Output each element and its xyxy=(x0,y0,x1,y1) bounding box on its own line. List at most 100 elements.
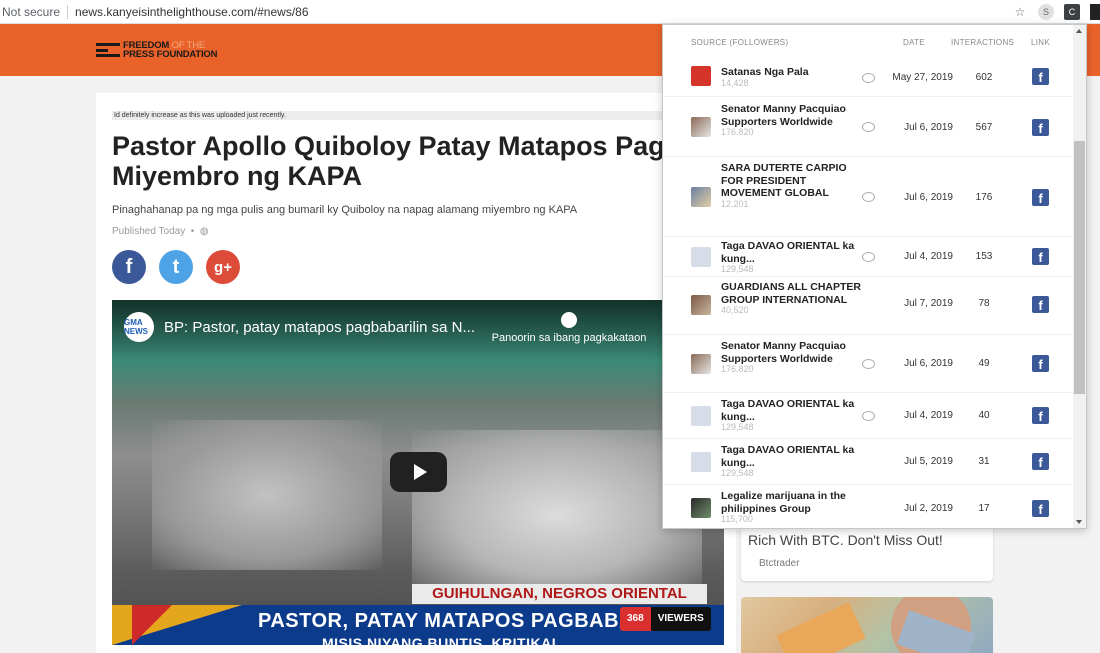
followers-count: 12,201 xyxy=(721,198,749,209)
facebook-link-icon[interactable]: f xyxy=(1032,119,1049,136)
viewer-label: VIEWERS xyxy=(650,607,711,631)
play-button[interactable] xyxy=(390,452,447,492)
facebook-icon: f xyxy=(125,255,133,278)
followers-count: 14,428 xyxy=(721,77,749,88)
table-row[interactable]: Senator Manny Pacquiao Supporters Worldw… xyxy=(663,97,1073,157)
followers-count: 176,820 xyxy=(721,364,754,374)
source-name[interactable]: Senator Manny Pacquiao Supporters Worldw… xyxy=(721,103,861,137)
table-row[interactable]: Satanas Nga Pala 14,428 May 27, 2019 602 … xyxy=(663,55,1073,97)
video-headline-secondary: MISIS NIYANG BUNTIS, KRITIKAL xyxy=(322,635,561,645)
skype-extension-icon[interactable]: S xyxy=(1038,4,1054,20)
table-row[interactable]: Taga DAVAO ORIENTAL ka kung... 129,548 Ju… xyxy=(663,393,1073,439)
video-location-banner: GUIHULNGAN, NEGROS ORIENTAL xyxy=(412,584,707,604)
post-date: Jul 6, 2019 xyxy=(904,192,953,203)
globe-icon: ◍ xyxy=(199,226,209,237)
post-date: Jul 7, 2019 xyxy=(904,298,953,309)
site-logo[interactable]: FREEDOM OF THE PRESS FOUNDATION xyxy=(96,41,217,59)
viewer-count: 368 xyxy=(620,607,651,631)
channel-logo[interactable]: GMA NEWS xyxy=(124,312,154,342)
video-player[interactable]: GMA NEWS BP: Pastor, patay matapos pagba… xyxy=(112,300,724,645)
extension-icon[interactable] xyxy=(1090,4,1100,20)
source-name[interactable]: GUARDIANS ALL CHAPTER GROUP INTERNATIONA… xyxy=(721,281,861,315)
table-row[interactable]: GUARDIANS ALL CHAPTER GROUP INTERNATIONA… xyxy=(663,277,1073,335)
interaction-count: 49 xyxy=(978,358,990,369)
watch-later-button[interactable]: Panoorin sa ibang pagkakataon xyxy=(484,312,654,344)
published-info: Published Today • ◍ xyxy=(112,226,209,237)
post-date: Jul 6, 2019 xyxy=(904,358,953,369)
separator-dot: • xyxy=(190,226,195,237)
ad-image-part xyxy=(776,601,866,653)
page-avatar xyxy=(691,117,711,137)
extension-icon[interactable]: C xyxy=(1064,4,1080,20)
source-name[interactable]: Senator Manny Pacquiao Supporters Worldw… xyxy=(721,340,861,374)
facebook-link-icon[interactable]: f xyxy=(1032,500,1049,517)
table-row[interactable]: Taga DAVAO ORIENTAL ka kung... 129,548 Ju… xyxy=(663,237,1073,277)
source-name[interactable]: Taga DAVAO ORIENTAL ka kung... 129,548 xyxy=(721,398,861,432)
followers-count: 115,700 xyxy=(721,514,753,524)
logo-text: FREEDOM OF THE PRESS FOUNDATION xyxy=(123,41,217,60)
page-avatar xyxy=(691,295,711,315)
star-icon[interactable]: ☆ xyxy=(1012,4,1028,20)
followers-count: 40,520 xyxy=(721,305,749,315)
toolbar-icons: ☆ S C xyxy=(1012,0,1100,24)
post-date: Jul 5, 2019 xyxy=(904,456,953,467)
address-bar: Not secure news.kanyeisinthelighthouse.c… xyxy=(0,0,1100,24)
followers-count: 129,548 xyxy=(721,264,754,274)
viewers-badge: 368 VIEWERS xyxy=(620,607,711,631)
source-name[interactable]: Taga DAVAO ORIENTAL ka kung... 129,548 xyxy=(721,444,861,478)
play-icon xyxy=(413,464,427,480)
interaction-count: 17 xyxy=(978,503,990,514)
facebook-link-icon[interactable]: f xyxy=(1032,453,1049,470)
facebook-share-button[interactable]: f xyxy=(112,250,146,284)
article-note: Id definitely increase as this was uploa… xyxy=(112,111,712,120)
googleplus-icon: g+ xyxy=(214,258,232,276)
page-avatar xyxy=(691,247,711,267)
article-card: Id definitely increase as this was uploa… xyxy=(96,93,736,653)
comment-icon xyxy=(862,122,875,132)
comment-icon xyxy=(862,411,875,421)
facebook-link-icon[interactable]: f xyxy=(1032,355,1049,372)
article-title: Pastor Apollo Quiboloy Patay Matapos Pag… xyxy=(112,131,665,191)
facebook-link-icon[interactable]: f xyxy=(1032,68,1049,85)
share-buttons: f t g+ xyxy=(112,250,253,284)
security-indicator[interactable]: Not secure xyxy=(0,5,60,19)
popup-scrollbar[interactable] xyxy=(1073,25,1086,528)
scroll-down-icon[interactable] xyxy=(1076,520,1082,524)
video-headline: PASTOR, PATAY MATAPOS PAGBABA xyxy=(258,610,635,632)
header-source: SOURCE (FOLLOWERS) xyxy=(691,38,789,47)
facebook-link-icon[interactable]: f xyxy=(1032,407,1049,424)
scroll-up-icon[interactable] xyxy=(1076,29,1082,33)
interaction-count: 153 xyxy=(975,251,993,262)
published-label: Published Today xyxy=(112,226,186,237)
comment-icon xyxy=(862,192,875,202)
interaction-count: 176 xyxy=(975,192,993,203)
header-interactions: INTERACTIONS xyxy=(951,38,1015,47)
facebook-link-icon[interactable]: f xyxy=(1032,296,1049,313)
table-row[interactable]: SARA DUTERTE CARPIO FOR PRESIDENT MOVEME… xyxy=(663,157,1073,237)
table-row[interactable]: Senator Manny Pacquiao Supporters Worldw… xyxy=(663,335,1073,393)
source-name[interactable]: Legalize marijuana in the philippines Gr… xyxy=(721,490,861,524)
facebook-link-icon[interactable]: f xyxy=(1032,248,1049,265)
interaction-count: 567 xyxy=(975,122,993,133)
source-name[interactable]: SARA DUTERTE CARPIO FOR PRESIDENT MOVEME… xyxy=(721,162,861,209)
video-title[interactable]: BP: Pastor, patay matapos pagbabarilin s… xyxy=(164,319,475,336)
page-avatar xyxy=(691,498,711,518)
table-row[interactable]: Legalize marijuana in the philippines Gr… xyxy=(663,485,1073,528)
extension-popup: SOURCE (FOLLOWERS) DATE INTERACTIONS LIN… xyxy=(662,24,1087,529)
table-row[interactable]: Taga DAVAO ORIENTAL ka kung... 129,548 Ju… xyxy=(663,439,1073,485)
header-date: DATE xyxy=(903,38,925,47)
twitter-share-button[interactable]: t xyxy=(159,250,193,284)
googleplus-share-button[interactable]: g+ xyxy=(206,250,240,284)
facebook-link-icon[interactable]: f xyxy=(1032,189,1049,206)
interaction-count: 31 xyxy=(978,456,990,467)
post-date: Jul 4, 2019 xyxy=(904,410,953,421)
source-name[interactable]: Taga DAVAO ORIENTAL ka kung... 129,548 xyxy=(721,240,861,274)
comment-icon xyxy=(862,252,875,262)
watch-later-label: Panoorin sa ibang pagkakataon xyxy=(491,332,647,344)
banner-accent xyxy=(132,605,172,645)
scrollbar-thumb[interactable] xyxy=(1074,141,1085,394)
source-name[interactable]: Satanas Nga Pala 14,428 xyxy=(721,66,861,88)
post-date: May 27, 2019 xyxy=(892,72,953,83)
url-text[interactable]: news.kanyeisinthelighthouse.com/#news/86 xyxy=(75,5,308,19)
sponsored-ad-image[interactable] xyxy=(741,597,993,653)
